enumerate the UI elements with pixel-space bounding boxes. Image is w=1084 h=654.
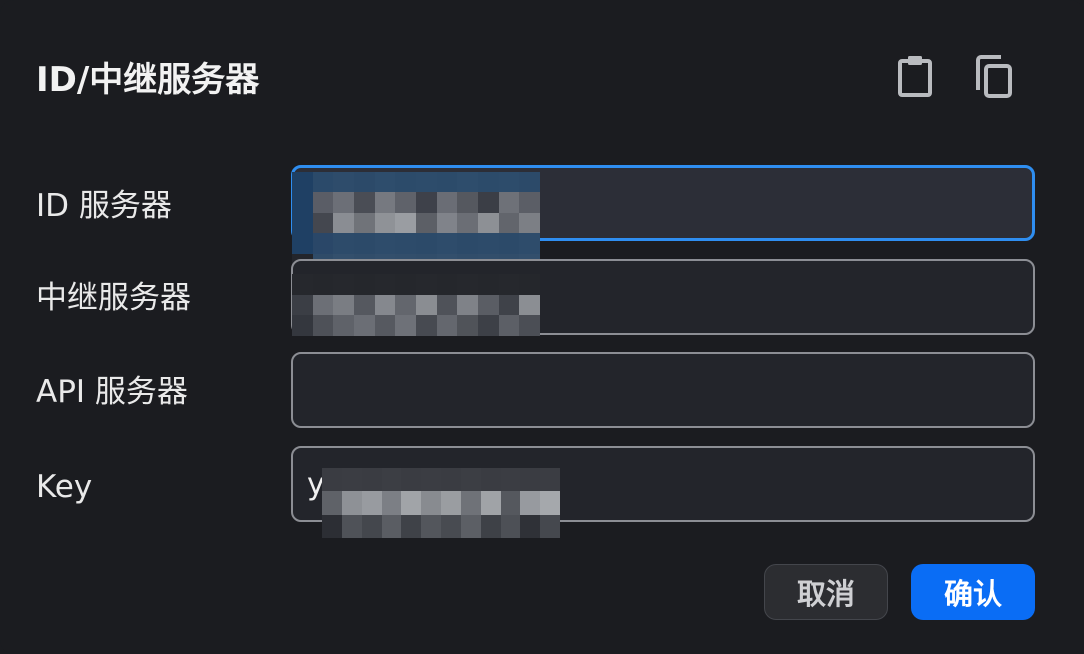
dialog-title: ID/中继服务器 — [36, 60, 260, 100]
api-server-label: API 服务器 — [36, 374, 188, 410]
key-label: Key — [36, 469, 93, 505]
server-settings-dialog: ID/中继服务器 ID 服务器 中继服务器 API 服务器 Key y 取消 确… — [0, 0, 1084, 654]
relay-server-input[interactable] — [293, 261, 1033, 333]
copy-icon[interactable] — [971, 52, 1015, 100]
clipboard-paste-icon[interactable] — [893, 52, 937, 100]
id-server-field[interactable] — [291, 165, 1035, 241]
api-server-field[interactable] — [291, 352, 1035, 428]
id-server-label: ID 服务器 — [36, 188, 172, 224]
id-server-input[interactable] — [294, 168, 1032, 238]
key-field[interactable] — [291, 446, 1035, 522]
api-server-input[interactable] — [293, 354, 1033, 426]
relay-server-label: 中继服务器 — [36, 280, 191, 316]
key-input[interactable] — [293, 448, 1033, 520]
confirm-button[interactable]: 确认 — [911, 564, 1035, 620]
relay-server-field[interactable] — [291, 259, 1035, 335]
cancel-button[interactable]: 取消 — [764, 564, 888, 620]
